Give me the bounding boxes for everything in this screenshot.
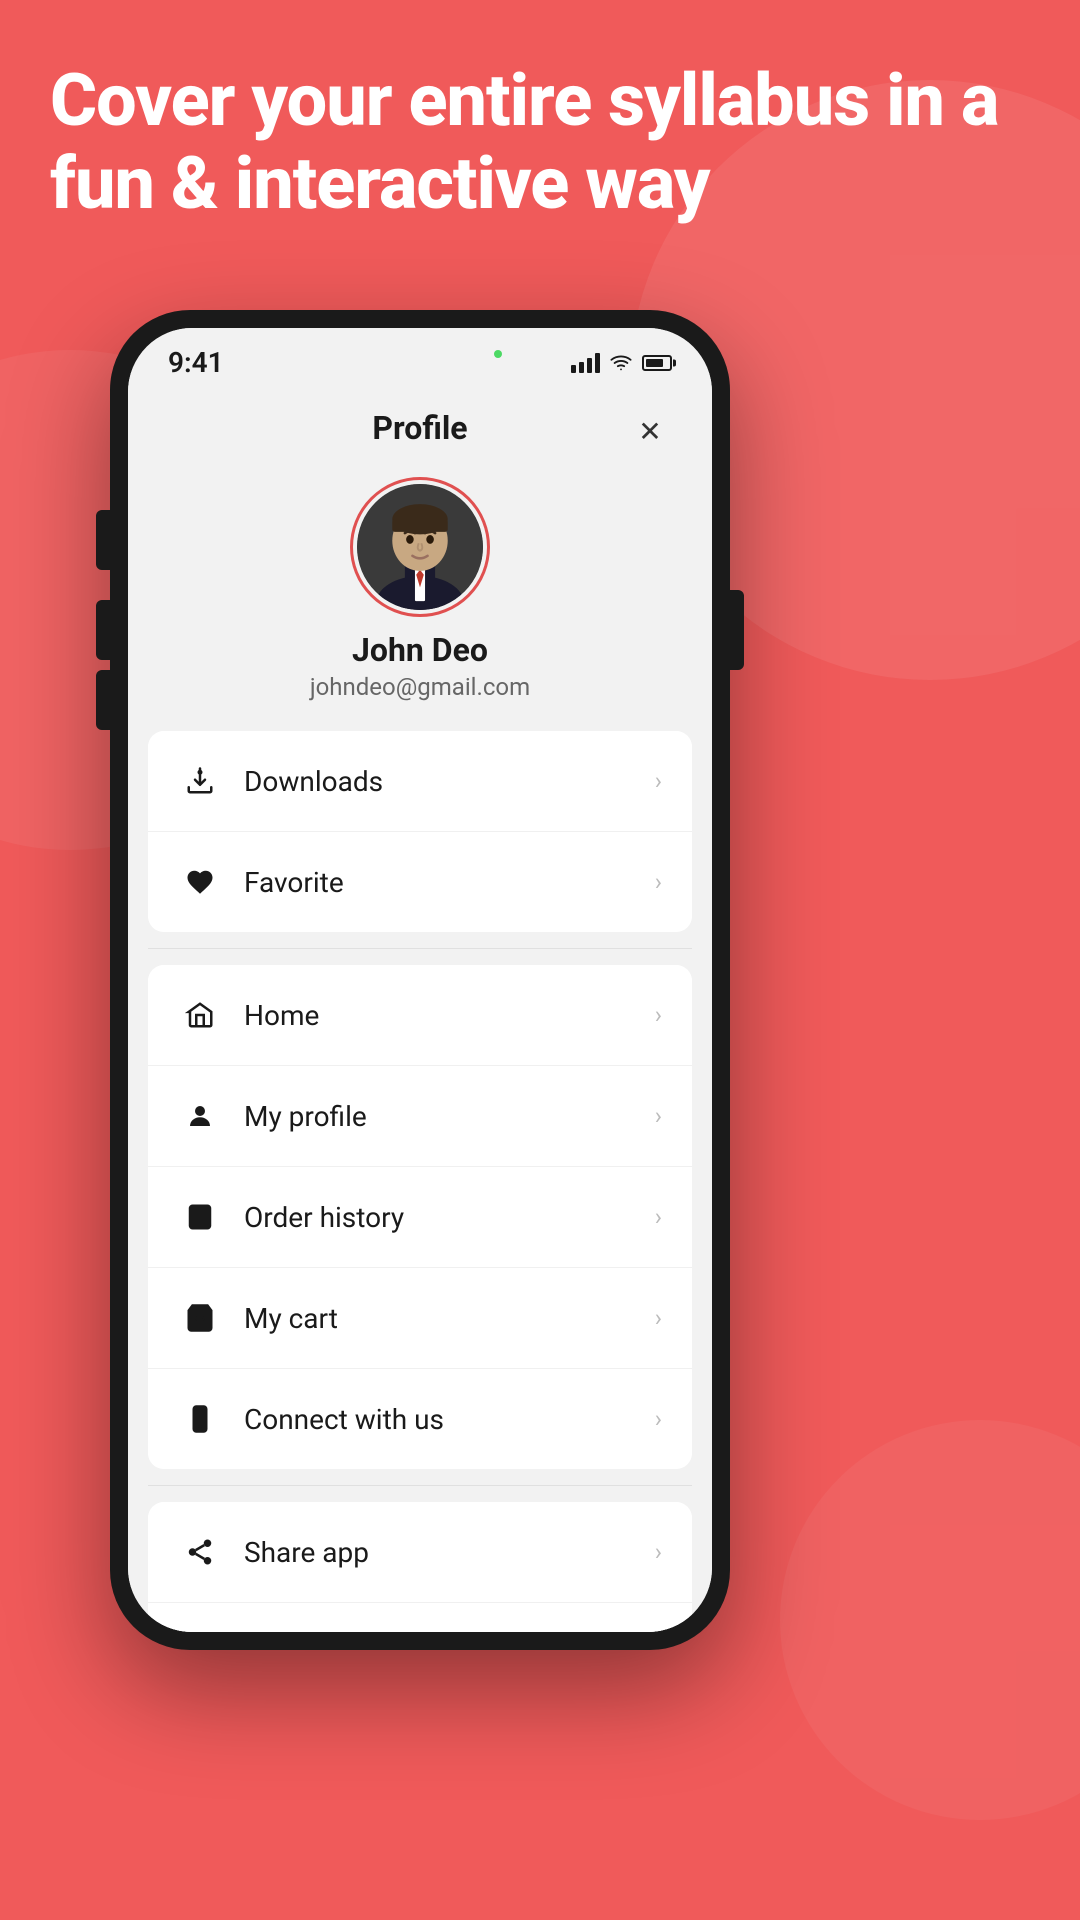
battery-icon — [642, 355, 672, 371]
avatar-section: John Deo johndeo@gmail.com — [128, 467, 712, 731]
phone-device: 9:41 Profile — [110, 310, 730, 1860]
menu-item-downloads[interactable]: Downloads › — [148, 731, 692, 832]
profile-header: Profile ✕ — [128, 389, 712, 467]
heart-icon — [178, 860, 222, 904]
menu-divider-2 — [148, 1485, 692, 1486]
home-label: Home — [244, 999, 655, 1032]
user-name: John Deo — [352, 631, 488, 669]
star-icon — [178, 1631, 222, 1632]
share-icon — [178, 1530, 222, 1574]
close-button[interactable]: ✕ — [628, 409, 672, 453]
user-icon — [178, 1094, 222, 1138]
order-history-chevron: › — [655, 1203, 662, 1231]
menu-divider-1 — [148, 948, 692, 949]
menu-section-3: Share app › Rate us › — [148, 1502, 692, 1632]
green-dot — [494, 350, 502, 358]
signal-icon — [571, 353, 600, 373]
download-icon — [178, 759, 222, 803]
home-icon — [178, 993, 222, 1037]
home-chevron: › — [655, 1001, 662, 1029]
avatar-image — [357, 484, 483, 610]
avatar-ring — [350, 477, 490, 617]
menu-item-my-profile[interactable]: My profile › — [148, 1066, 692, 1167]
order-history-label: Order history — [244, 1201, 655, 1234]
wifi-icon — [610, 352, 632, 374]
profile-title: Profile — [372, 409, 467, 447]
downloads-label: Downloads — [244, 765, 655, 798]
menu-item-favorite[interactable]: Favorite › — [148, 832, 692, 932]
favorite-chevron: › — [655, 868, 662, 896]
my-profile-chevron: › — [655, 1102, 662, 1130]
list-icon — [178, 1195, 222, 1239]
status-bar: 9:41 — [128, 328, 712, 389]
menu-item-home[interactable]: Home › — [148, 965, 692, 1066]
status-time: 9:41 — [168, 346, 224, 379]
menu-item-rate-us[interactable]: Rate us › — [148, 1603, 692, 1632]
my-cart-label: My cart — [244, 1302, 655, 1335]
phone-icon — [178, 1397, 222, 1441]
cart-icon — [178, 1296, 222, 1340]
connect-with-us-chevron: › — [655, 1405, 662, 1433]
menu-item-share-app[interactable]: Share app › — [148, 1502, 692, 1603]
connect-with-us-label: Connect with us — [244, 1403, 655, 1436]
my-profile-label: My profile — [244, 1100, 655, 1133]
menu-section-1: Downloads › Favorite › — [148, 731, 692, 932]
hero-text: Cover your entire syllabus in a fun & in… — [50, 60, 1030, 226]
user-email: johndeo@gmail.com — [310, 673, 530, 701]
favorite-label: Favorite — [244, 866, 655, 899]
avatar — [357, 484, 483, 610]
my-cart-chevron: › — [655, 1304, 662, 1332]
share-app-label: Share app — [244, 1536, 655, 1569]
menu-item-connect-with-us[interactable]: Connect with us › — [148, 1369, 692, 1469]
menu-item-my-cart[interactable]: My cart › — [148, 1268, 692, 1369]
status-icons — [571, 352, 672, 374]
screen-content: Profile ✕ — [128, 389, 712, 1632]
share-app-chevron: › — [655, 1538, 662, 1566]
menu-section-2: Home › My profile › Orde — [148, 965, 692, 1469]
downloads-chevron: › — [655, 767, 662, 795]
menu-item-order-history[interactable]: Order history › — [148, 1167, 692, 1268]
